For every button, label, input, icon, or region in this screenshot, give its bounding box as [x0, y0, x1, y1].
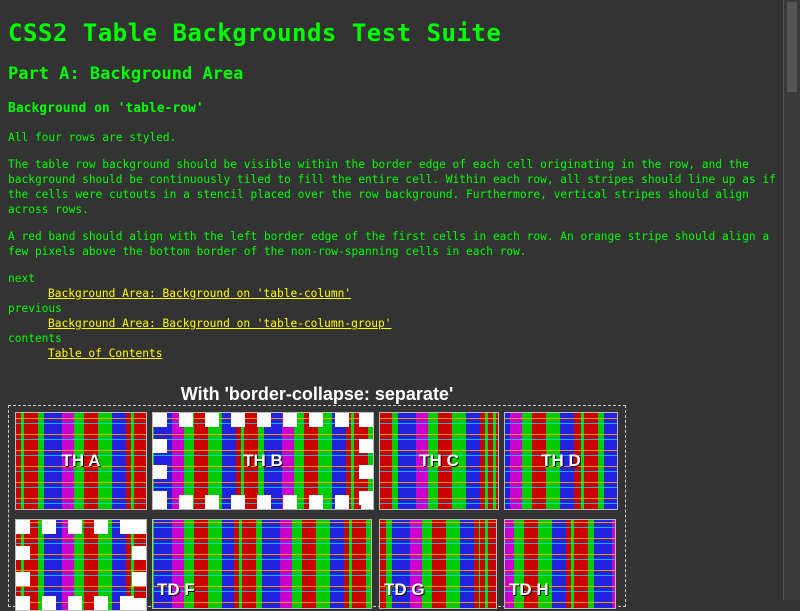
- cell-th-a-label: TH A: [61, 451, 101, 470]
- cell-th-d-label: TH D: [541, 451, 581, 470]
- vertical-scrollbar[interactable]: [783, 0, 800, 600]
- cell-td-f-label: TD F: [157, 580, 195, 599]
- nav-contents-link[interactable]: Table of Contents: [48, 347, 163, 360]
- cell-th-c: TH C: [379, 412, 499, 510]
- cell-th-a: TH A: [15, 412, 147, 510]
- scrollbar-thumb[interactable]: [787, 2, 797, 92]
- section-heading: Background on 'table-row': [8, 101, 204, 116]
- cell-th-b-label: TH B: [243, 451, 283, 470]
- cell-td-h: TD H: [504, 519, 616, 609]
- nav-next-link[interactable]: Background Area: Background on 'table-co…: [48, 287, 351, 300]
- test-table: TH A TH B TH C TH D TD F TD G TD H: [8, 405, 626, 611]
- part-heading: Part A: Background Area: [8, 64, 244, 84]
- intro-paragraph: All four rows are styled.: [8, 131, 177, 144]
- page-content: CSS2 Table Backgrounds Test Suite Part A…: [8, 0, 778, 361]
- stencil-border: [16, 520, 146, 610]
- nav-previous-label: previous: [8, 302, 62, 315]
- cell-td-e: [15, 519, 147, 611]
- description-paragraph: The table row background should be visib…: [8, 158, 776, 216]
- nav-next-label: next: [8, 272, 35, 285]
- nav-contents-label: contents: [8, 332, 62, 345]
- cell-td-g: TD G: [379, 519, 497, 609]
- cell-td-g-label: TD G: [384, 580, 425, 599]
- cell-th-c-label: TH C: [419, 451, 459, 470]
- alignment-paragraph: A red band should align with the left bo…: [8, 230, 770, 258]
- cell-th-b: TH B: [152, 412, 374, 510]
- navigation-list: next Background Area: Background on 'tab…: [8, 271, 778, 361]
- cell-td-h-label: TD H: [509, 580, 549, 599]
- page-title: CSS2 Table Backgrounds Test Suite: [8, 19, 502, 47]
- table-caption: With 'border-collapse: separate': [180, 384, 454, 404]
- nav-previous-link[interactable]: Background Area: Background on 'table-co…: [48, 317, 392, 330]
- cell-th-d: TH D: [504, 412, 618, 510]
- cell-td-f: TD F: [152, 519, 372, 609]
